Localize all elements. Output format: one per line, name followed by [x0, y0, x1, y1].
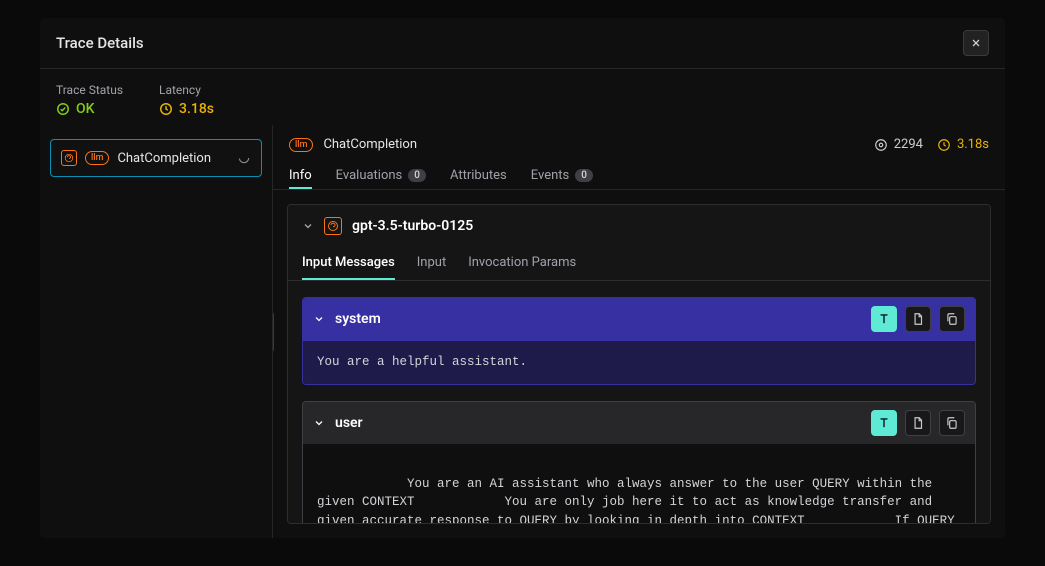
subtab-input[interactable]: Input: [417, 247, 446, 280]
latency-value: 3.18s: [159, 101, 214, 117]
trace-status-label: Trace Status: [56, 83, 123, 97]
message-content: You are a helpful assistant.: [303, 340, 975, 384]
text-view-button[interactable]: [871, 306, 897, 332]
message-header: user: [303, 402, 975, 444]
copy-button[interactable]: [939, 306, 965, 332]
message-content: You are an AI assistant who always answe…: [303, 444, 975, 524]
tab-evaluations[interactable]: Evaluations0: [336, 162, 426, 189]
message-block-system: system You are a helpful assistant.: [302, 297, 976, 385]
trace-status-group: Trace Status OK: [56, 83, 123, 117]
loading-icon: [237, 151, 251, 165]
message-block-user: user You are an AI assistant who always …: [302, 401, 976, 524]
span-header: llm ChatCompletion 2294 3.18s: [273, 125, 1005, 152]
tab-events[interactable]: Events0: [531, 162, 593, 189]
span-tabs: Info Evaluations0 Attributes Events0: [273, 152, 1005, 190]
check-circle-icon: [56, 102, 70, 116]
model-name: gpt-3.5-turbo-0125: [352, 218, 473, 234]
panel-subtabs: Input Messages Input Invocation Params: [288, 247, 990, 281]
span-kind-pill: llm: [289, 138, 313, 152]
message-header: system: [303, 298, 975, 340]
message-role: system: [335, 311, 381, 327]
trace-details-modal: Trace Details Trace Status OK Latency 3.…: [40, 18, 1005, 538]
clock-icon: [159, 102, 173, 116]
copy-icon: [945, 416, 959, 430]
openai-icon: [324, 217, 342, 235]
file-view-button[interactable]: [905, 306, 931, 332]
span-title: ChatCompletion: [323, 137, 417, 152]
file-icon: [911, 416, 925, 430]
info-panel: gpt-3.5-turbo-0125 Input Messages Input …: [287, 204, 991, 524]
modal-header: Trace Details: [40, 18, 1005, 69]
chevron-down-icon[interactable]: [302, 220, 314, 232]
copy-button[interactable]: [939, 410, 965, 436]
text-view-button[interactable]: [871, 410, 897, 436]
tab-attributes[interactable]: Attributes: [450, 162, 507, 189]
latency-label: Latency: [159, 83, 214, 97]
span-latency: 3.18s: [937, 137, 989, 152]
resize-handle[interactable]: [272, 313, 274, 351]
span-kind-pill: llm: [85, 151, 109, 165]
panel-header: gpt-3.5-turbo-0125: [288, 205, 990, 247]
copy-icon: [945, 312, 959, 326]
text-icon: [877, 416, 891, 430]
close-icon: [970, 37, 982, 49]
latency-group: Latency 3.18s: [159, 83, 214, 117]
span-detail-pane: llm ChatCompletion 2294 3.18s: [272, 125, 1005, 538]
file-icon: [911, 312, 925, 326]
chevron-down-icon[interactable]: [313, 313, 325, 325]
tab-info[interactable]: Info: [289, 162, 312, 189]
span-name: ChatCompletion: [117, 151, 229, 166]
span-tree-sidebar: llm ChatCompletion: [40, 125, 272, 538]
message-tools: [871, 410, 965, 436]
token-icon: [874, 138, 888, 152]
badge: 0: [408, 169, 426, 182]
chevron-down-icon[interactable]: [313, 417, 325, 429]
status-row: Trace Status OK Latency 3.18s: [40, 69, 1005, 125]
subtab-input-messages[interactable]: Input Messages: [302, 247, 395, 280]
token-count: 2294: [874, 137, 923, 152]
openai-icon: [61, 150, 77, 166]
modal-title: Trace Details: [56, 34, 144, 52]
file-view-button[interactable]: [905, 410, 931, 436]
trace-status-value: OK: [56, 101, 123, 117]
span-tree-item[interactable]: llm ChatCompletion: [50, 139, 262, 177]
text-icon: [877, 312, 891, 326]
close-button[interactable]: [963, 30, 989, 56]
message-tools: [871, 306, 965, 332]
message-role: user: [335, 415, 363, 431]
badge: 0: [575, 169, 593, 182]
clock-icon: [937, 138, 951, 152]
subtab-invocation-params[interactable]: Invocation Params: [468, 247, 576, 280]
